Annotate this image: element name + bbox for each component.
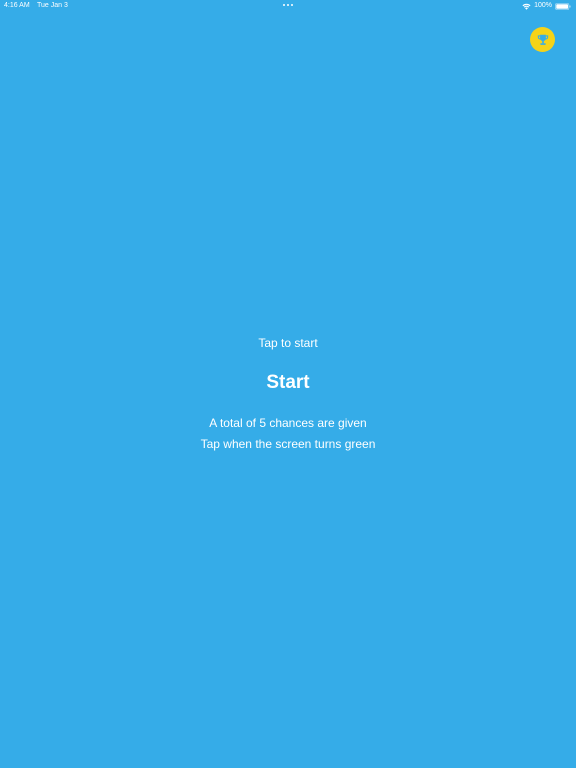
game-screen[interactable]: { "status_bar": { "time": "4:16 AM", "da… bbox=[0, 0, 576, 768]
battery-percent: 100% bbox=[534, 2, 552, 9]
status-date: Tue Jan 3 bbox=[37, 2, 68, 9]
status-time: 4:16 AM bbox=[4, 2, 30, 9]
battery-icon bbox=[555, 2, 571, 10]
start-title: Start bbox=[266, 372, 310, 393]
chances-info-text: A total of 5 chances are given bbox=[209, 416, 367, 430]
instruction-text: Tap when the screen turns green bbox=[200, 437, 376, 451]
trophy-icon bbox=[537, 34, 548, 45]
status-bar: 4:16 AM Tue Jan 3 100% bbox=[0, 0, 576, 12]
leaderboard-button[interactable] bbox=[530, 27, 555, 52]
tap-to-start-prompt: Tap to start bbox=[258, 336, 318, 350]
wifi-icon bbox=[522, 3, 531, 10]
multitasking-dots-icon[interactable] bbox=[283, 4, 293, 6]
status-indicators: 100% bbox=[522, 0, 571, 12]
